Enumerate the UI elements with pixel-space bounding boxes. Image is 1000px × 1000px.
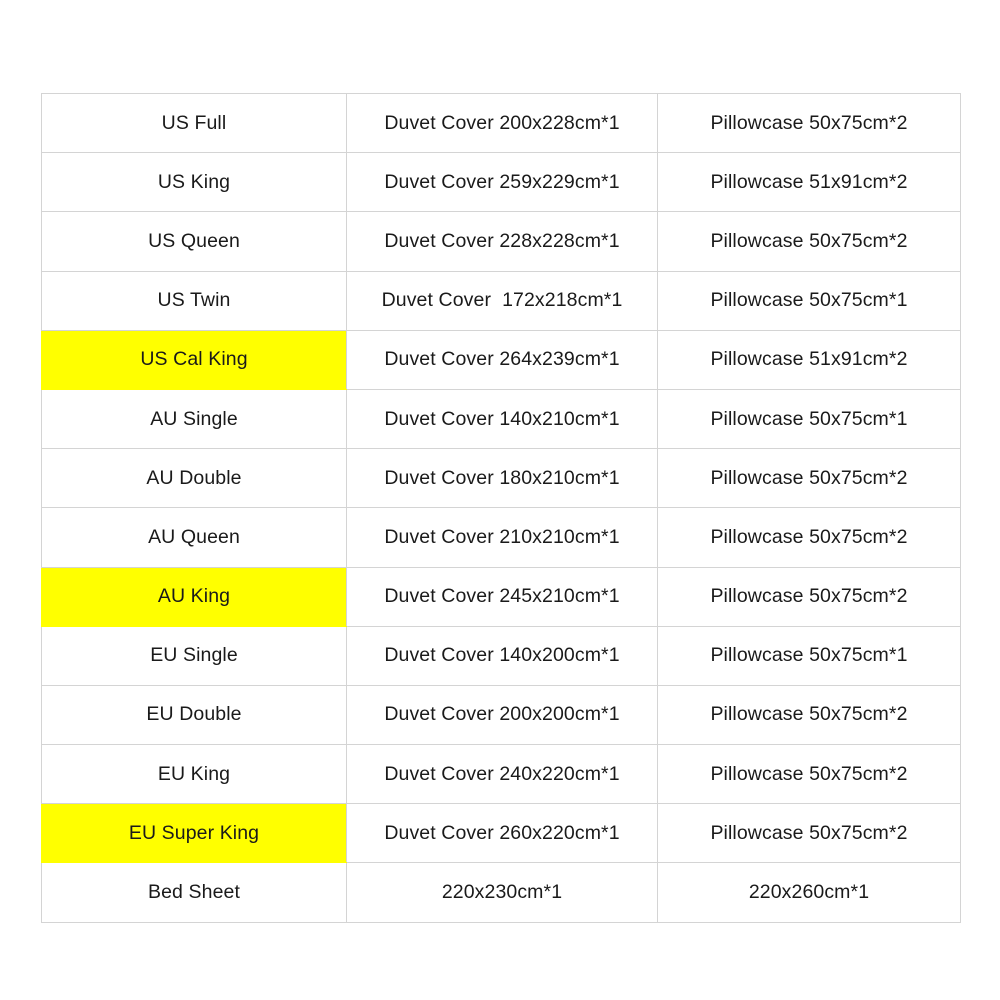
size-chart-table: US Full Duvet Cover 200x228cm*1 Pillowcase… (41, 92, 961, 923)
cell-size: Bed Sheet (41, 862, 347, 923)
cell-pillowcase: Pillowcase 50x75cm*2 (657, 448, 961, 509)
cell-pillowcase: Pillowcase 50x75cm*2 (657, 744, 961, 805)
cell-size: US Queen (41, 211, 347, 272)
size-chart-body: US Full Duvet Cover 200x228cm*1 Pillowcase… (41, 92, 961, 923)
table-row: AU Double Duvet Cover 180x210cm*1 Pillowca… (41, 448, 961, 509)
cell-duvet-cover: Duvet Cover 259x229cm*1 (346, 152, 658, 213)
table-row: AU King Duvet Cover 245x210cm*1 Pillowcase… (41, 566, 961, 627)
table-row: AU Queen Duvet Cover 210x210cm*1 Pillowcas… (41, 507, 961, 568)
cell-duvet-cover: Duvet Cover 228x228cm*1 (346, 211, 658, 272)
table-row: EU Single Duvet Cover 140x200cm*1 Pillowca… (41, 625, 961, 686)
table-row: Bed Sheet 220x230cm*1 220x260cm*1 (41, 862, 961, 923)
cell-duvet-cover: Duvet Cover 140x210cm*1 (346, 388, 658, 450)
cell-pillowcase: Pillowcase 50x75cm*1 (657, 388, 961, 450)
cell-duvet-cover: Duvet Cover 240x220cm*1 (346, 744, 658, 805)
cell-duvet-cover: Duvet Cover 200x228cm*1 (346, 92, 658, 154)
cell-size: EU King (41, 744, 347, 805)
cell-size: AU King (41, 566, 347, 627)
cell-pillowcase: Pillowcase 50x75cm*1 (657, 625, 961, 686)
bedding-size-chart: US Full Duvet Cover 200x228cm*1 Pillowcase… (41, 92, 961, 923)
cell-size: US Full (41, 92, 347, 154)
table-row: US Full Duvet Cover 200x228cm*1 Pillowcase… (41, 92, 961, 154)
cell-pillowcase: 220x260cm*1 (657, 862, 961, 923)
cell-size: US King (41, 152, 347, 213)
cell-size: US Twin (41, 270, 347, 331)
table-row: US Queen Duvet Cover 228x228cm*1 Pillowcas… (41, 211, 961, 272)
cell-size: EU Single (41, 625, 347, 686)
cell-size: AU Queen (41, 507, 347, 568)
cell-pillowcase: Pillowcase 50x75cm*2 (657, 211, 961, 272)
cell-duvet-cover: Duvet Cover 200x200cm*1 (346, 684, 658, 746)
cell-duvet-cover: Duvet Cover 245x210cm*1 (346, 566, 658, 627)
cell-size: US Cal King (41, 329, 347, 390)
cell-duvet-cover: Duvet Cover 140x200cm*1 (346, 625, 658, 686)
cell-pillowcase: Pillowcase 50x75cm*1 (657, 270, 961, 331)
table-row: EU Double Duvet Cover 200x200cm*1 Pillowca… (41, 684, 961, 746)
cell-pillowcase: Pillowcase 50x75cm*2 (657, 507, 961, 568)
table-row: EU Super King Duvet Cover 260x220cm*1 Pill… (41, 803, 961, 864)
cell-size: EU Super King (41, 803, 347, 864)
table-row: EU King Duvet Cover 240x220cm*1 Pillowcase… (41, 744, 961, 805)
cell-pillowcase: Pillowcase 51x91cm*2 (657, 329, 961, 390)
cell-duvet-cover: Duvet Cover 260x220cm*1 (346, 803, 658, 864)
table-row: US Twin Duvet Cover 172x218cm*1 Pillowcase… (41, 270, 961, 331)
cell-duvet-cover: Duvet Cover 180x210cm*1 (346, 448, 658, 509)
table-row: US King Duvet Cover 259x229cm*1 Pillowcase… (41, 152, 961, 213)
cell-duvet-cover: Duvet Cover 172x218cm*1 (346, 270, 658, 331)
cell-pillowcase: Pillowcase 50x75cm*2 (657, 92, 961, 154)
cell-size: AU Double (41, 448, 347, 509)
cell-duvet-cover: 220x230cm*1 (346, 862, 658, 923)
cell-pillowcase: Pillowcase 51x91cm*2 (657, 152, 961, 213)
table-row: AU Single Duvet Cover 140x210cm*1 Pillowca… (41, 388, 961, 450)
cell-size: AU Single (41, 388, 347, 450)
cell-pillowcase: Pillowcase 50x75cm*2 (657, 803, 961, 864)
cell-size: EU Double (41, 684, 347, 746)
table-row: US Cal King Duvet Cover 264x239cm*1 Pillow… (41, 329, 961, 390)
cell-duvet-cover: Duvet Cover 264x239cm*1 (346, 329, 658, 390)
cell-pillowcase: Pillowcase 50x75cm*2 (657, 566, 961, 627)
cell-pillowcase: Pillowcase 50x75cm*2 (657, 684, 961, 746)
cell-duvet-cover: Duvet Cover 210x210cm*1 (346, 507, 658, 568)
